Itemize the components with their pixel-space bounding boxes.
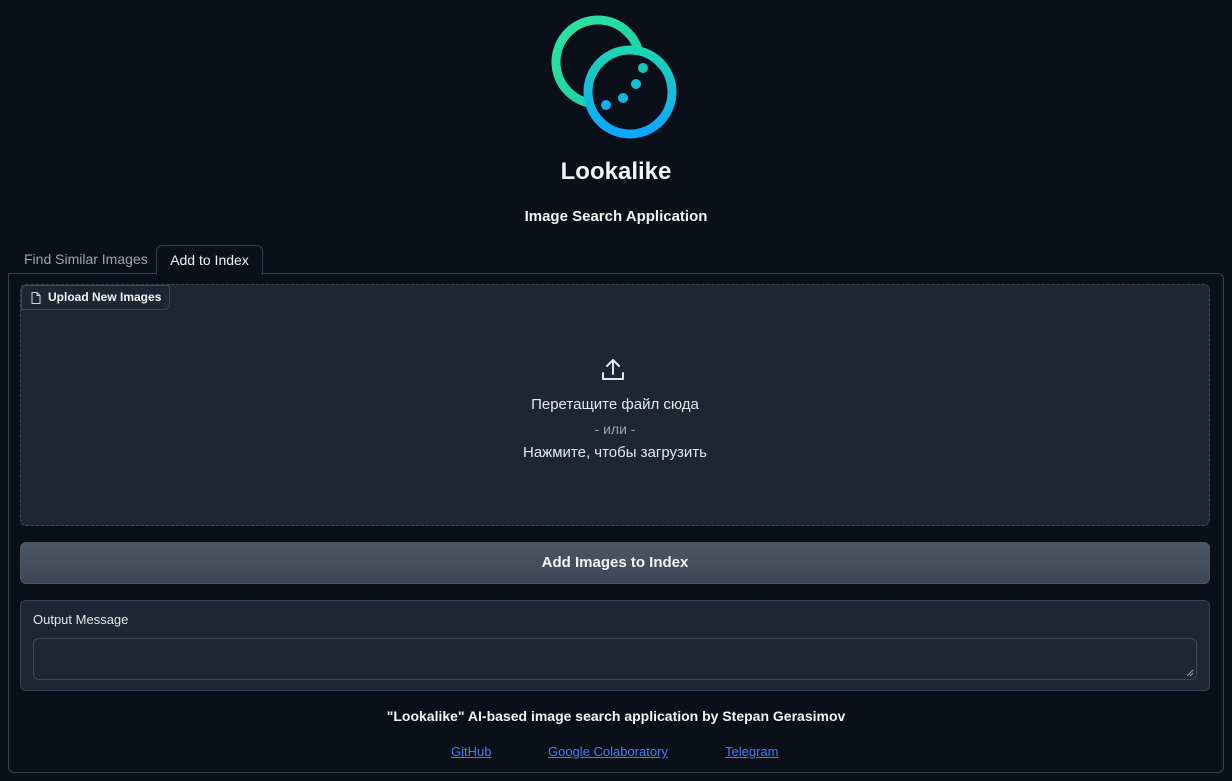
tab-find-similar-images[interactable]: Find Similar Images <box>8 245 164 275</box>
drop-text: Перетащите файл сюда <box>531 396 699 413</box>
google-colaboratory-link[interactable]: Google Colaboratory <box>548 744 668 759</box>
upload-icon[interactable] <box>599 356 627 384</box>
drop-or-text: - или - <box>594 421 636 437</box>
upload-label-text: Upload New Images <box>48 290 162 304</box>
telegram-link[interactable]: Telegram <box>725 744 778 759</box>
file-icon <box>31 292 41 304</box>
upload-label: Upload New Images <box>21 285 171 310</box>
footer-credit: "Lookalike" AI-based image search applic… <box>386 708 846 724</box>
click-to-upload-text[interactable]: Нажмите, чтобы загрузить <box>20 444 1210 461</box>
app-page: Lookalike Image Search Application Find … <box>0 0 1232 781</box>
output-message-field[interactable] <box>33 638 1197 680</box>
tab-add-to-index[interactable]: Add to Index <box>156 245 263 275</box>
output-label: Output Message <box>33 612 129 627</box>
lookalike-logo-icon <box>551 15 677 139</box>
app-subtitle: Image Search Application <box>524 208 708 225</box>
resize-grip-icon[interactable] <box>1186 669 1194 677</box>
github-link[interactable]: GitHub <box>451 744 491 759</box>
app-title: Lookalike <box>560 158 672 185</box>
add-images-to-index-button[interactable]: Add Images to Index <box>20 542 1210 584</box>
